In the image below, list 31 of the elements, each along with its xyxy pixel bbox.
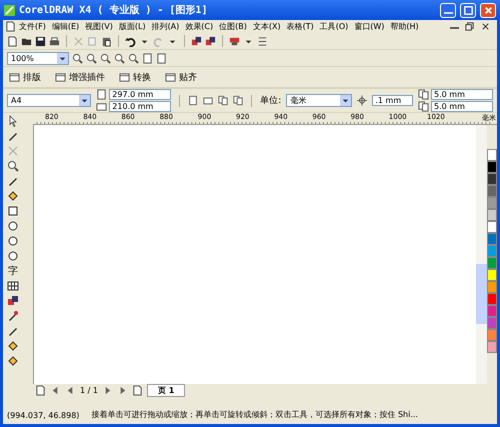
toolbar-button[interactable]: 增强插件 [53, 70, 107, 84]
duplicate-y-field[interactable]: 5.0 mm [431, 101, 494, 112]
menu-item[interactable]: 窗口(W) [351, 21, 388, 32]
text-tool[interactable]: 字 [7, 265, 19, 277]
duplicate-x-field[interactable]: 5.0 mm [431, 89, 494, 100]
menu-item[interactable]: 文本(X) [250, 21, 284, 32]
cursor-coordinates: (994.037, 46.898) [7, 411, 80, 420]
unit-dropdown[interactable]: 毫米 [286, 94, 352, 107]
page-tab[interactable]: 页 1 [146, 384, 186, 396]
unit-label: 单位: [260, 94, 282, 107]
menu-item[interactable]: 帮助(H) [387, 21, 422, 32]
paper-size-dropdown[interactable]: A4 [7, 94, 92, 107]
menu-item[interactable]: 工具(O) [316, 21, 352, 32]
menu-item[interactable]: 视图(V) [82, 21, 116, 32]
toolbar-button[interactable]: 排版 [7, 70, 43, 84]
menu-item[interactable]: 排列(A) [148, 21, 182, 32]
window-title: CorelDRAW X4 ( 专业版 ) - [图形1] [19, 4, 208, 17]
menu-item[interactable]: 表格(T) [284, 21, 317, 32]
toolbar-button[interactable]: 转换 [117, 70, 153, 84]
width-field[interactable]: 297.0 mm [109, 89, 172, 100]
menu-item[interactable]: 编辑(E) [48, 21, 82, 32]
height-field[interactable]: 210.0 mm [109, 101, 172, 112]
toolbar-button[interactable]: 贴齐 [163, 70, 199, 84]
menu-item[interactable]: 位图(B) [216, 21, 250, 32]
menu-item[interactable]: 版面(L) [116, 21, 149, 32]
menu-item[interactable]: 文件(F) [16, 21, 49, 32]
nudge-field[interactable]: .1 mm [372, 95, 414, 106]
page-position: 1 / 1 [80, 386, 98, 394]
menu-item[interactable]: 效果(C) [182, 21, 216, 32]
zoom-dropdown[interactable]: 100% [7, 52, 69, 64]
status-message: 接着单击可进行拖动或缩放；再单击可旋转或倾斜；双击工具，可选择所有对象；按住 Shi... [91, 409, 418, 420]
